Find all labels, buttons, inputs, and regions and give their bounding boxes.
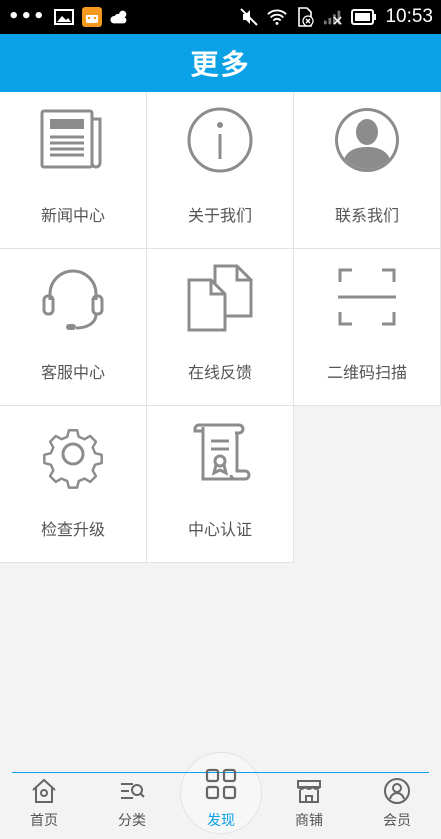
grid-item-online-feedback[interactable]: 在线反馈	[147, 249, 294, 406]
wifi-icon	[267, 7, 288, 27]
grid-item-label: 检查升级	[40, 520, 105, 539]
documents-icon	[184, 261, 256, 333]
grid-item-label: 在线反馈	[187, 363, 252, 382]
info-icon	[184, 104, 256, 176]
bottom-tab-bar: 首页 分类 发现 商铺 会员	[0, 752, 441, 839]
grid-item-label: 二维码扫描	[326, 363, 407, 382]
tab-shop[interactable]: 商铺	[265, 776, 353, 830]
clock: 10:53	[385, 6, 433, 27]
tab-label: 商铺	[295, 813, 323, 829]
member-icon	[382, 776, 412, 806]
grid-item-label: 中心认证	[187, 520, 252, 539]
gallery-icon	[53, 7, 74, 27]
grid-empty-cell	[294, 406, 441, 563]
grid-item-label: 关于我们	[187, 206, 252, 225]
battery-icon	[351, 7, 377, 27]
shop-icon	[294, 776, 324, 806]
certificate-icon	[184, 418, 256, 490]
newspaper-icon	[37, 104, 109, 176]
tab-home[interactable]: 首页	[0, 776, 88, 830]
page-title: 更多	[190, 48, 251, 81]
page-header: 更多	[0, 34, 441, 92]
grid-item-label: 联系我们	[334, 206, 399, 225]
feature-grid: 新闻中心 关于我们 联系我们 客服中心 在线反馈 二维码扫描 检查升级 中心认证	[0, 92, 441, 563]
game-app-icon	[81, 7, 102, 27]
more-notifications-icon: •••	[8, 6, 46, 27]
grid-item-customer-service[interactable]: 客服中心	[0, 249, 147, 406]
status-bar: ••• 10:53	[0, 0, 441, 34]
headset-icon	[37, 261, 109, 333]
tab-category[interactable]: 分类	[88, 776, 176, 830]
grid-item-about-us[interactable]: 关于我们	[147, 92, 294, 249]
discover-grid-icon	[203, 766, 239, 802]
weather-icon	[109, 7, 130, 27]
gear-icon	[37, 418, 109, 490]
grid-item-label: 客服中心	[40, 363, 105, 382]
grid-item-certification[interactable]: 中心认证	[147, 406, 294, 563]
home-icon	[29, 776, 59, 806]
grid-item-check-update[interactable]: 检查升级	[0, 406, 147, 563]
tab-member[interactable]: 会员	[353, 776, 441, 830]
grid-item-qr-scan[interactable]: 二维码扫描	[294, 249, 441, 406]
contact-person-icon	[331, 104, 403, 176]
tab-label: 发现	[207, 813, 235, 829]
mute-icon	[239, 7, 259, 27]
scan-icon	[331, 261, 403, 333]
grid-item-label: 新闻中心	[40, 206, 105, 225]
grid-item-contact-us[interactable]: 联系我们	[294, 92, 441, 249]
tab-label: 分类	[118, 813, 146, 829]
tab-label: 会员	[383, 813, 411, 829]
tab-label: 首页	[30, 813, 58, 829]
sim-card-icon	[295, 7, 315, 27]
signal-icon	[323, 7, 343, 27]
grid-item-news-center[interactable]: 新闻中心	[0, 92, 147, 249]
category-icon	[117, 776, 147, 806]
tab-discover[interactable]: 发现	[177, 766, 265, 830]
